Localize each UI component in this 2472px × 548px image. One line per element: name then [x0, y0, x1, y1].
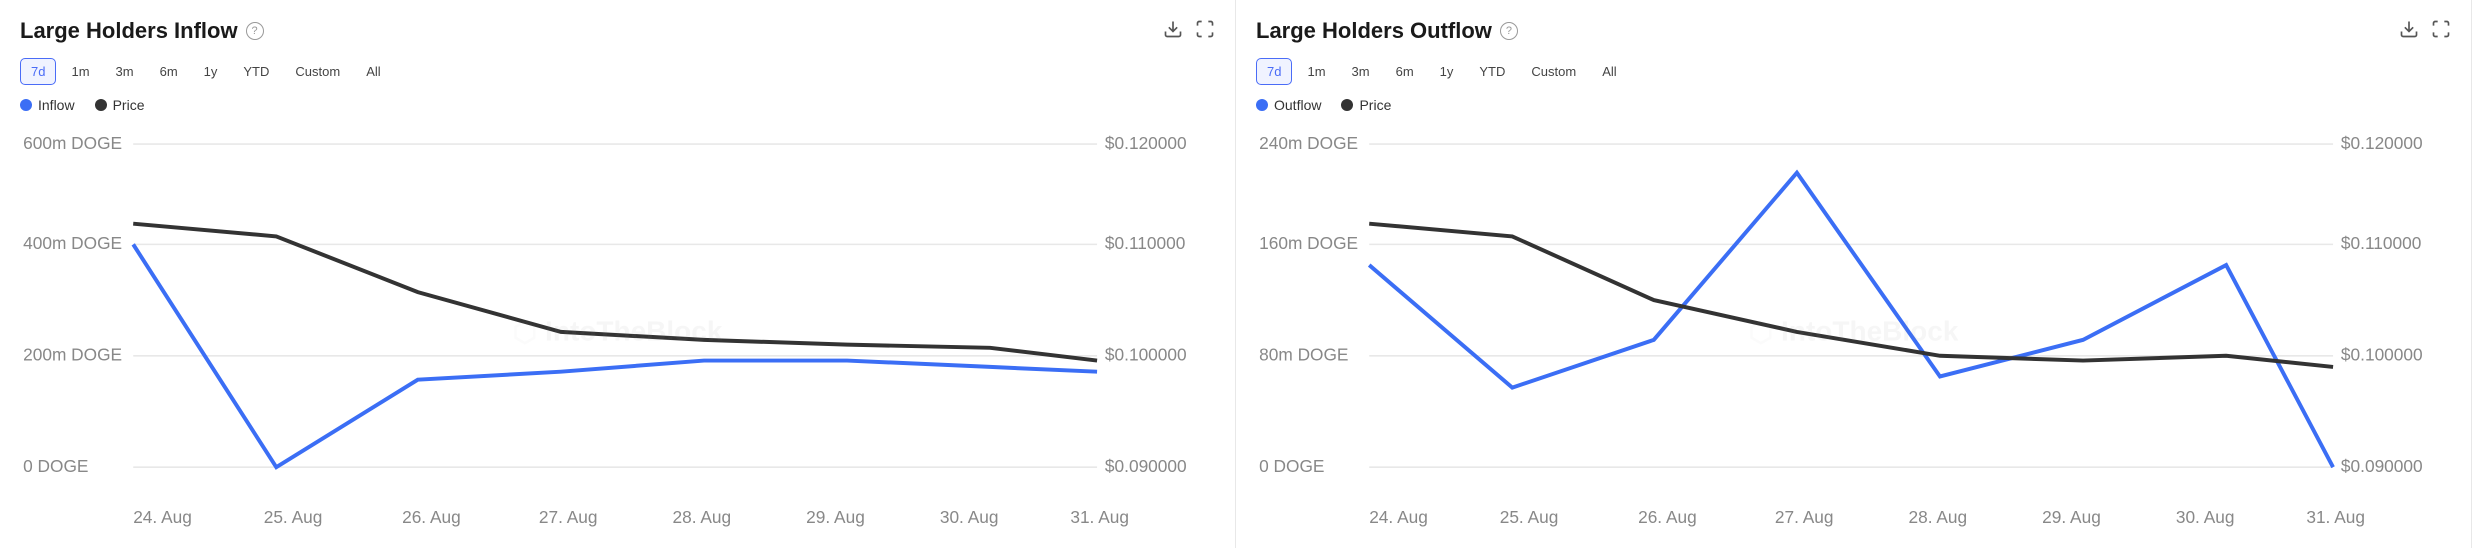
- inflow-title: Large Holders Inflow: [20, 18, 238, 44]
- svg-text:25. Aug: 25. Aug: [264, 507, 323, 527]
- svg-text:28. Aug: 28. Aug: [673, 507, 732, 527]
- inflow-legend-label: Inflow: [38, 97, 75, 113]
- svg-text:24. Aug: 24. Aug: [1369, 507, 1428, 527]
- inflow-download-icon[interactable]: [1163, 19, 1183, 44]
- price-legend-label-outflow: Price: [1359, 97, 1391, 113]
- filter-3m-outflow[interactable]: 3m: [1341, 58, 1381, 85]
- outflow-legend-primary: Outflow: [1256, 97, 1321, 113]
- svg-text:$0.090000: $0.090000: [1105, 456, 1187, 476]
- svg-text:27. Aug: 27. Aug: [1775, 507, 1834, 527]
- filter-1m-outflow[interactable]: 1m: [1296, 58, 1336, 85]
- inflow-panel: Large Holders Inflow ? 7d 1m 3m 6m 1y YT…: [0, 0, 1236, 548]
- svg-text:25. Aug: 25. Aug: [1500, 507, 1559, 527]
- svg-text:0 DOGE: 0 DOGE: [1259, 456, 1324, 476]
- filter-1m-inflow[interactable]: 1m: [60, 58, 100, 85]
- svg-text:30. Aug: 30. Aug: [2176, 507, 2235, 527]
- outflow-legend-label: Outflow: [1274, 97, 1321, 113]
- svg-text:$0.120000: $0.120000: [2341, 133, 2423, 153]
- inflow-chart-area: ⬡ IntoTheBlock 600m DOGE 400m DOGE 200m …: [20, 125, 1215, 539]
- inflow-expand-icon[interactable]: [1195, 19, 1215, 44]
- filter-7d-outflow[interactable]: 7d: [1256, 58, 1292, 85]
- outflow-legend-secondary: Price: [1341, 97, 1391, 113]
- svg-text:600m DOGE: 600m DOGE: [23, 133, 122, 153]
- inflow-header: Large Holders Inflow ?: [20, 18, 1215, 44]
- svg-text:29. Aug: 29. Aug: [806, 507, 865, 527]
- price-dot-outflow: [1341, 99, 1353, 111]
- inflow-dot: [20, 99, 32, 111]
- price-line-outflow: [1369, 224, 2333, 367]
- filter-all-inflow[interactable]: All: [355, 58, 391, 85]
- svg-text:$0.120000: $0.120000: [1105, 133, 1187, 153]
- filter-6m-outflow[interactable]: 6m: [1385, 58, 1425, 85]
- outflow-title: Large Holders Outflow: [1256, 18, 1492, 44]
- filter-3m-inflow[interactable]: 3m: [105, 58, 145, 85]
- svg-text:29. Aug: 29. Aug: [2042, 507, 2101, 527]
- svg-text:80m DOGE: 80m DOGE: [1259, 344, 1348, 364]
- svg-text:27. Aug: 27. Aug: [539, 507, 598, 527]
- svg-text:200m DOGE: 200m DOGE: [23, 344, 122, 364]
- filter-custom-inflow[interactable]: Custom: [284, 58, 351, 85]
- filter-all-outflow[interactable]: All: [1591, 58, 1627, 85]
- filter-custom-outflow[interactable]: Custom: [1520, 58, 1587, 85]
- outflow-download-icon[interactable]: [2399, 19, 2419, 44]
- svg-text:0 DOGE: 0 DOGE: [23, 456, 88, 476]
- price-dot-inflow: [95, 99, 107, 111]
- svg-text:160m DOGE: 160m DOGE: [1259, 233, 1358, 253]
- inflow-legend-secondary: Price: [95, 97, 145, 113]
- svg-text:26. Aug: 26. Aug: [402, 507, 461, 527]
- svg-text:$0.110000: $0.110000: [2341, 233, 2421, 253]
- inflow-time-filters: 7d 1m 3m 6m 1y YTD Custom All: [20, 58, 1215, 85]
- svg-text:400m DOGE: 400m DOGE: [23, 233, 122, 253]
- inflow-legend-primary: Inflow: [20, 97, 75, 113]
- outflow-legend: Outflow Price: [1256, 97, 2451, 113]
- inflow-chart-svg: 600m DOGE 400m DOGE 200m DOGE 0 DOGE $0.…: [20, 125, 1215, 539]
- inflow-actions: [1163, 19, 1215, 44]
- svg-text:28. Aug: 28. Aug: [1909, 507, 1968, 527]
- svg-text:30. Aug: 30. Aug: [940, 507, 999, 527]
- outflow-title-row: Large Holders Outflow ?: [1256, 18, 1518, 44]
- price-legend-label-inflow: Price: [113, 97, 145, 113]
- svg-text:$0.110000: $0.110000: [1105, 233, 1185, 253]
- svg-text:$0.100000: $0.100000: [1105, 344, 1187, 364]
- inflow-help-icon[interactable]: ?: [246, 22, 264, 40]
- svg-text:24. Aug: 24. Aug: [133, 507, 192, 527]
- outflow-header: Large Holders Outflow ?: [1256, 18, 2451, 44]
- filter-7d-inflow[interactable]: 7d: [20, 58, 56, 85]
- svg-text:$0.090000: $0.090000: [2341, 456, 2423, 476]
- filter-1y-inflow[interactable]: 1y: [193, 58, 229, 85]
- outflow-actions: [2399, 19, 2451, 44]
- outflow-dot: [1256, 99, 1268, 111]
- outflow-line: [1369, 173, 2333, 467]
- svg-text:31. Aug: 31. Aug: [2306, 507, 2365, 527]
- outflow-panel: Large Holders Outflow ? 7d 1m 3m 6m 1y Y…: [1236, 0, 2472, 548]
- inflow-legend: Inflow Price: [20, 97, 1215, 113]
- filter-ytd-inflow[interactable]: YTD: [232, 58, 280, 85]
- outflow-chart-area: ⬡ IntoTheBlock 240m DOGE 160m DOGE 80m D…: [1256, 125, 2451, 539]
- inflow-title-row: Large Holders Inflow ?: [20, 18, 264, 44]
- svg-text:26. Aug: 26. Aug: [1638, 507, 1697, 527]
- svg-text:$0.100000: $0.100000: [2341, 344, 2423, 364]
- outflow-time-filters: 7d 1m 3m 6m 1y YTD Custom All: [1256, 58, 2451, 85]
- svg-text:240m DOGE: 240m DOGE: [1259, 133, 1358, 153]
- svg-text:31. Aug: 31. Aug: [1070, 507, 1129, 527]
- filter-ytd-outflow[interactable]: YTD: [1468, 58, 1516, 85]
- filter-6m-inflow[interactable]: 6m: [149, 58, 189, 85]
- outflow-chart-svg: 240m DOGE 160m DOGE 80m DOGE 0 DOGE $0.1…: [1256, 125, 2451, 539]
- outflow-expand-icon[interactable]: [2431, 19, 2451, 44]
- filter-1y-outflow[interactable]: 1y: [1429, 58, 1465, 85]
- outflow-help-icon[interactable]: ?: [1500, 22, 1518, 40]
